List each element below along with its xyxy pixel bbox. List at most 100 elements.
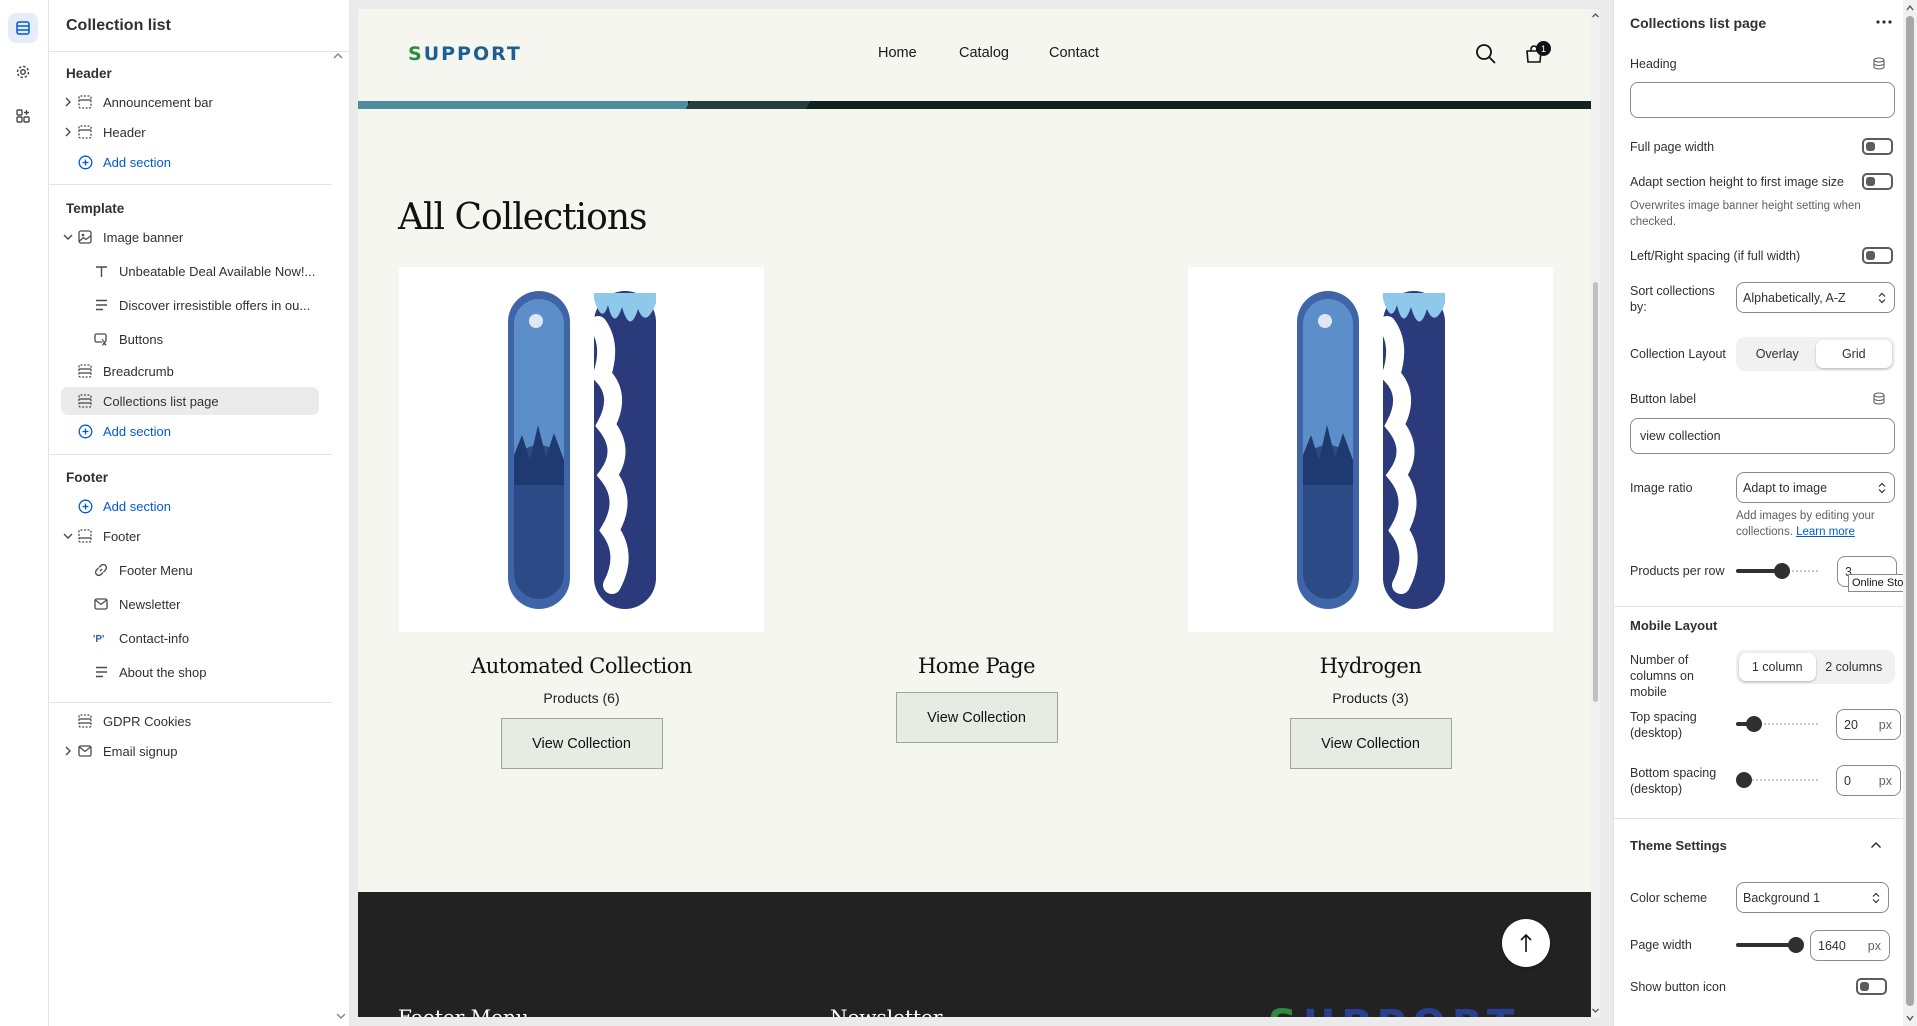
scroll-up-icon[interactable] (333, 52, 343, 60)
banner-stripe (358, 101, 1591, 109)
select-arrows-icon (1878, 482, 1886, 493)
arrow-up-icon (1520, 933, 1532, 952)
divider (49, 184, 332, 185)
newsletter-heading: Newsletter (830, 1005, 943, 1017)
layout-label: Collection Layout (1630, 347, 1726, 361)
online-store-tooltip: Online Store (1848, 574, 1903, 592)
mobile-cols-1-option[interactable]: 1 column (1739, 653, 1816, 681)
collection-image[interactable] (1188, 267, 1553, 632)
divider (1614, 606, 1903, 607)
icon-rail (0, 0, 49, 1026)
cart-count-badge: 1 (1536, 41, 1551, 56)
plus-circle-icon (75, 155, 95, 170)
collection-name[interactable]: Hydrogen (1188, 654, 1553, 678)
snowboards-image (507, 290, 656, 609)
products-row-slider[interactable] (1736, 561, 1818, 581)
apps-icon[interactable] (8, 101, 38, 131)
sidebar-item-header[interactable]: Header (61, 118, 319, 146)
scroll-down-icon (1906, 1015, 1914, 1022)
color-scheme-select[interactable]: Background 1 (1736, 882, 1889, 913)
nav-contact[interactable]: Contact (1049, 45, 1099, 61)
button-label-input[interactable]: view collection (1630, 418, 1895, 454)
top-spacing-slider[interactable] (1736, 714, 1818, 734)
back-to-top-button[interactable] (1502, 919, 1550, 967)
color-scheme-label: Color scheme (1630, 891, 1708, 905)
sort-select[interactable]: Alphabetically, A-Z (1736, 282, 1895, 313)
top-spacing-label: Top spacing (desktop) (1630, 710, 1697, 740)
sidebar-item-announcement-bar[interactable]: Announcement bar (61, 88, 319, 116)
sections-sidebar: Collection list Header Announcement bar … (49, 0, 350, 1026)
footer-menu-heading: Footer Menu (398, 1005, 529, 1017)
sort-label: Sort collections by: (1630, 284, 1715, 314)
chevron-right-icon[interactable] (61, 127, 75, 137)
page-width-slider[interactable] (1736, 935, 1804, 955)
dynamic-source-icon[interactable] (1873, 57, 1885, 70)
top-spacing-input[interactable]: 20 px (1836, 709, 1901, 740)
learn-more-link[interactable]: Learn more (1796, 526, 1855, 538)
settings-panel: Collections list page Heading Full page … (1613, 0, 1903, 1026)
add-section-header-button[interactable]: Add section (61, 148, 319, 176)
heading-input[interactable] (1630, 82, 1895, 118)
layout-grid-option[interactable]: Grid (1815, 340, 1892, 368)
sidebar-title: Collection list (49, 0, 349, 52)
divider (1614, 818, 1903, 819)
color-scheme-value: Background 1 (1743, 890, 1821, 905)
more-options-icon[interactable] (1876, 20, 1892, 24)
show-button-icon-toggle[interactable] (1856, 978, 1887, 995)
show-button-icon-label: Show button icon (1630, 980, 1726, 994)
settings-title: Collections list page (1630, 15, 1767, 31)
sections-icon[interactable] (8, 13, 38, 43)
page-title: All Collections (398, 197, 647, 238)
bottom-spacing-input[interactable]: 0 px (1836, 765, 1901, 796)
snowboards-image (1296, 290, 1445, 609)
collection-image-empty (794, 267, 1159, 632)
collection-card: Hydrogen Products (3) View Collection (1188, 267, 1553, 769)
settings-scroll-thumb[interactable] (1906, 16, 1914, 1006)
image-ratio-label: Image ratio (1630, 481, 1693, 495)
divider (49, 454, 332, 455)
collection-card: Automated Collection Products (6) View C… (399, 267, 764, 769)
collection-count: Products (3) (1332, 690, 1409, 706)
mobile-cols-2-option[interactable]: 2 columns (1816, 653, 1893, 681)
scroll-up-icon (1906, 4, 1914, 11)
view-collection-button[interactable]: View Collection (1289, 718, 1452, 769)
search-icon[interactable] (1475, 43, 1497, 65)
image-ratio-select[interactable]: Adapt to image (1736, 472, 1895, 503)
lr-spacing-label: Left/Right spacing (if full width) (1630, 249, 1801, 263)
lr-spacing-toggle[interactable] (1862, 247, 1893, 264)
chevron-right-icon[interactable] (61, 97, 75, 107)
gear-icon[interactable] (8, 57, 38, 87)
nav-catalog[interactable]: Catalog (959, 45, 1009, 61)
collection-count: Products (6) (543, 690, 620, 706)
scroll-up-icon (1592, 13, 1599, 18)
adapt-height-help: Overwrites image banner height setting w… (1630, 200, 1861, 228)
store-logo[interactable]: SUPPORT (408, 43, 522, 65)
layout-overlay-option[interactable]: Overlay (1739, 340, 1816, 368)
page-width-input[interactable]: 1640 px (1810, 930, 1890, 961)
chevron-up-icon[interactable] (1870, 841, 1882, 849)
scroll-down-icon (1592, 1008, 1599, 1013)
dynamic-source-icon[interactable] (1873, 392, 1885, 405)
products-row-label: Products per row (1630, 564, 1725, 578)
section-icon (75, 95, 95, 109)
section-icon (75, 125, 95, 139)
nav-home[interactable]: Home (878, 45, 917, 61)
mobile-cols-segmented: 1 column 2 columns (1736, 650, 1895, 684)
view-collection-button[interactable]: View Collection (500, 718, 663, 769)
collection-name[interactable]: Home Page (794, 654, 1159, 678)
sort-select-value: Alphabetically, A-Z (1743, 290, 1846, 305)
layout-segmented: Overlay Grid (1736, 337, 1895, 371)
mobile-cols-label: Number of columns on mobile (1630, 653, 1694, 699)
select-arrows-icon (1872, 892, 1880, 903)
collection-image[interactable] (399, 267, 764, 632)
collection-name[interactable]: Automated Collection (399, 654, 764, 678)
footer-logo: SUPPORT (1268, 1002, 1520, 1017)
bottom-spacing-label: Bottom spacing (desktop) (1630, 766, 1717, 796)
view-collection-button[interactable]: View Collection (895, 692, 1058, 743)
heading-label: Heading (1630, 57, 1677, 71)
preview-scroll-thumb[interactable] (1593, 282, 1598, 702)
bottom-spacing-slider[interactable] (1736, 770, 1818, 790)
store-header: SUPPORT Home Catalog Contact 1 (358, 9, 1591, 101)
full-width-toggle[interactable] (1862, 138, 1893, 155)
adapt-height-toggle[interactable] (1862, 173, 1893, 190)
